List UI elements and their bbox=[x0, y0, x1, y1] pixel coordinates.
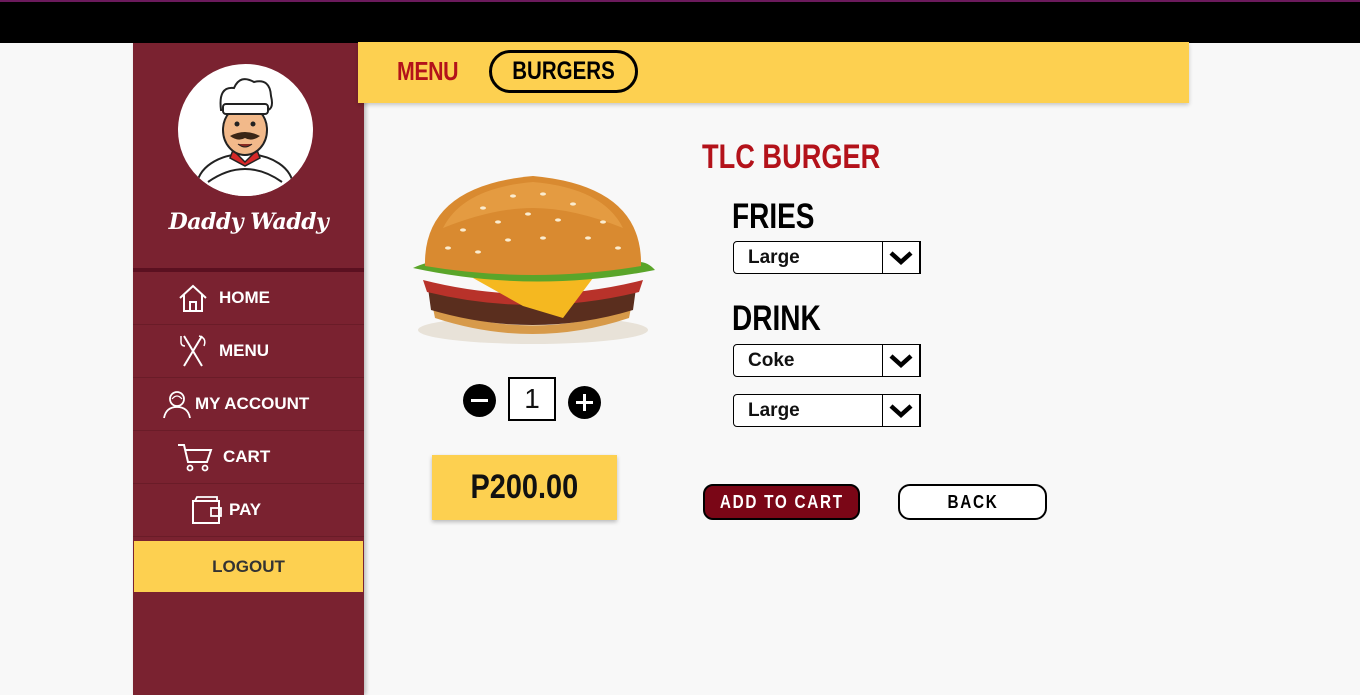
home-icon bbox=[177, 282, 209, 314]
chevron-down-icon bbox=[882, 241, 920, 274]
drink-size-select[interactable]: Large bbox=[733, 394, 921, 427]
add-to-cart-button[interactable]: ADD TO CART bbox=[703, 484, 860, 520]
increase-quantity-button[interactable] bbox=[568, 386, 601, 419]
sidebar-item-label: MENU bbox=[219, 341, 270, 360]
sidebar-item-pay[interactable]: PAY bbox=[133, 484, 364, 537]
cart-icon bbox=[177, 441, 213, 473]
category-label: BURGERS bbox=[512, 57, 615, 85]
sidebar-nav: HOME MENU MY ACCOUNT CART PAY bbox=[133, 272, 364, 537]
sidebar-item-label: HOME bbox=[219, 288, 270, 307]
sidebar-item-home[interactable]: HOME bbox=[133, 272, 364, 325]
brand-name: Daddy Waddy bbox=[168, 209, 329, 235]
chef-avatar bbox=[178, 64, 313, 196]
fork-knife-icon bbox=[177, 335, 209, 367]
sidebar-item-label: PAY bbox=[229, 500, 262, 519]
price-display: P200.00 bbox=[432, 455, 617, 520]
chevron-down-icon bbox=[882, 344, 920, 377]
wallet-icon bbox=[191, 494, 223, 526]
chevron-down-icon bbox=[882, 394, 920, 427]
drink-choice-select[interactable]: Coke bbox=[733, 344, 921, 377]
quantity-input[interactable]: 1 bbox=[508, 377, 556, 421]
fries-size-value: Large bbox=[748, 247, 800, 268]
sidebar-item-label: CART bbox=[223, 447, 271, 466]
drink-choice-value: Coke bbox=[748, 350, 795, 371]
sidebar-item-my-account[interactable]: MY ACCOUNT bbox=[133, 378, 364, 431]
product-title: TLC BURGER bbox=[702, 138, 881, 176]
user-icon bbox=[161, 388, 193, 420]
sidebar: Daddy Waddy HOME MENU MY ACCOUNT CART PA… bbox=[133, 43, 364, 695]
page-header: MENU BURGERS bbox=[358, 42, 1189, 103]
back-label: BACK bbox=[947, 491, 998, 512]
add-to-cart-label: ADD TO CART bbox=[719, 491, 844, 512]
drink-size-value: Large bbox=[748, 400, 800, 421]
breadcrumb-menu[interactable]: MENU bbox=[397, 56, 459, 87]
back-button[interactable]: BACK bbox=[898, 484, 1047, 520]
sidebar-item-label: MY ACCOUNT bbox=[195, 394, 310, 413]
price-value: P200.00 bbox=[470, 468, 579, 506]
sidebar-item-cart[interactable]: CART bbox=[133, 431, 364, 484]
burger-image bbox=[403, 168, 661, 348]
fries-size-select[interactable]: Large bbox=[733, 241, 921, 274]
logout-button[interactable]: LOGOUT bbox=[134, 541, 363, 592]
top-bar bbox=[0, 0, 1360, 43]
category-pill[interactable]: BURGERS bbox=[489, 50, 638, 93]
decrease-quantity-button[interactable] bbox=[463, 384, 496, 417]
fries-label: FRIES bbox=[732, 197, 815, 236]
drink-label: DRINK bbox=[732, 299, 821, 338]
sidebar-item-menu[interactable]: MENU bbox=[133, 325, 364, 378]
